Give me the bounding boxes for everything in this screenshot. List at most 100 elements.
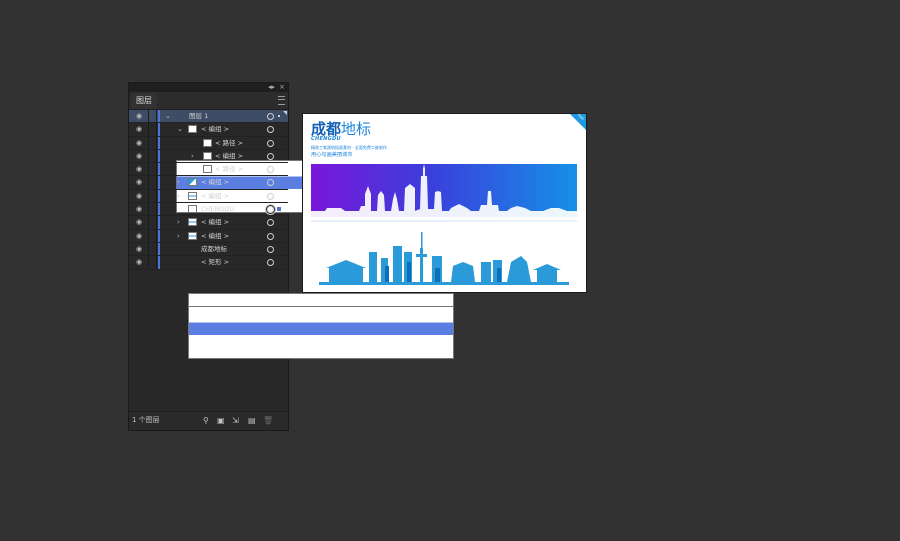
visibility-eye-icon[interactable]: ◉ — [134, 178, 144, 186]
visibility-eye-icon[interactable]: ◉ — [134, 152, 144, 160]
target-circle-icon[interactable] — [267, 126, 274, 134]
layer-color-bar — [158, 176, 160, 189]
selected-art-square-icon[interactable] — [277, 207, 281, 212]
layer-thumbnail — [188, 191, 197, 200]
selected-corner-icon — [283, 111, 287, 115]
banner-skyline-silhouette — [311, 164, 577, 217]
target-circle-icon[interactable] — [267, 245, 274, 253]
layer-row[interactable]: ◉ < 路径 > — [129, 163, 288, 177]
layer-name[interactable]: CHENGDU — [201, 203, 234, 215]
visibility-eye-icon[interactable]: ◉ — [134, 125, 144, 133]
collapse-icon[interactable]: ◂▸ — [268, 82, 275, 92]
layer-name[interactable]: < 编组 > — [201, 190, 229, 202]
layer-color-bar — [158, 123, 160, 136]
target-circle-icon[interactable] — [267, 139, 274, 147]
target-circle-icon[interactable] — [267, 179, 274, 187]
panel-title-bar[interactable]: ◂▸ × — [129, 83, 288, 92]
layer-thumbnail — [203, 138, 212, 147]
description-line-2: 用心勾画美丽城市 — [311, 152, 353, 158]
expand-chevron-right-icon[interactable]: › — [177, 230, 180, 242]
visibility-eye-icon[interactable]: ◉ — [134, 232, 144, 240]
layer-color-bar — [158, 242, 160, 256]
layer-thumbnail — [203, 151, 212, 160]
delete-icon[interactable]: 🗑 — [263, 416, 273, 425]
layer-name[interactable]: < 路径 > — [215, 137, 243, 149]
visibility-eye-icon[interactable]: ◉ — [134, 112, 144, 120]
visibility-eye-icon[interactable]: ◉ — [134, 218, 144, 226]
selection-dot[interactable] — [278, 115, 280, 117]
layer-color-bar — [158, 149, 160, 163]
visibility-eye-icon[interactable]: ◉ — [134, 258, 144, 266]
expand-chevron-down-icon[interactable]: ⌄ — [165, 110, 171, 122]
layer-row[interactable]: ◉ ⌄ 图层 1 — [129, 110, 442, 213]
layer-thumbnail — [188, 218, 197, 227]
close-icon[interactable]: × — [279, 82, 285, 92]
expand-chevron-right-icon[interactable]: › — [177, 176, 180, 188]
layer-thumbnail — [188, 125, 197, 134]
panel-footer: 1 个图层 ⚲ ▣ ⇲ ▤ 🗑 — [129, 411, 288, 430]
layers-panel: ◂▸ × 图层 ◉ ⌄ 图层 1 ◉ ⌄ < 编组 > ◉ < 路径 > ◉ ›… — [128, 82, 454, 431]
layer-color-bar — [158, 256, 160, 269]
expand-chevron-right-icon[interactable]: › — [177, 216, 180, 228]
visibility-eye-icon[interactable]: ◉ — [134, 192, 144, 200]
layer-name[interactable]: < 编组 > — [201, 176, 229, 188]
layer-list: ◉ ⌄ 图层 1 ◉ ⌄ < 编组 > ◉ < 路径 > ◉ › < 编组 > … — [129, 110, 454, 360]
target-circle-icon[interactable] — [267, 259, 274, 267]
layer-name[interactable]: < 路径 > — [215, 163, 243, 175]
layer-row[interactable]: ◉ › < 编组 > — [129, 176, 288, 190]
skyline-illustration — [319, 232, 569, 285]
panel-tab-bar: 图层 — [129, 92, 288, 110]
layer-thumbnail — [203, 165, 212, 174]
visibility-eye-icon[interactable]: ◉ — [134, 139, 144, 147]
expand-chevron-down-icon[interactable]: ⌄ — [177, 123, 183, 135]
collect-icon[interactable]: ▣ — [217, 416, 225, 425]
target-circle-icon[interactable] — [267, 152, 274, 160]
layer-color-bar — [158, 163, 160, 176]
layer-color-bar — [158, 229, 160, 242]
layer-row[interactable]: ◉ ⌄ < 编组 > — [129, 123, 288, 137]
layer-name[interactable]: 图层 1 — [189, 110, 208, 122]
visibility-eye-icon[interactable]: ◉ — [134, 165, 144, 173]
artboard[interactable]: FREE 成都地标 CHENGDU 精致工笔建筑插画素材 · 全面免费二维制作 … — [303, 113, 586, 292]
layer-thumbnail — [188, 178, 197, 187]
layer-name[interactable]: < 矩形 > — [201, 256, 229, 268]
target-circle-icon[interactable] — [267, 232, 274, 240]
layer-row[interactable]: ◉ < 矩形 > — [129, 256, 454, 360]
visibility-eye-icon[interactable]: ◉ — [134, 205, 144, 213]
layer-thumbnail — [188, 306, 454, 360]
move-selection-icon[interactable]: ⇲ — [232, 416, 239, 425]
target-circle-icon[interactable] — [267, 206, 274, 214]
expand-chevron-right-icon[interactable]: › — [191, 150, 194, 162]
tab-layers[interactable]: 图层 — [131, 93, 157, 109]
title-light: 地标 — [341, 120, 372, 138]
layer-row[interactable]: ◉ › < 编组 > — [129, 229, 288, 243]
layer-color-bar — [158, 203, 160, 216]
subtitle: CHENGDU — [311, 136, 341, 142]
layer-row[interactable]: ◉ › < 编组 > — [129, 149, 288, 164]
layer-row[interactable]: ◉ 成都地标 — [129, 242, 454, 346]
target-circle-icon[interactable] — [267, 166, 274, 174]
skyline-banner — [311, 164, 577, 217]
target-circle-icon[interactable] — [267, 113, 274, 120]
layer-color-bar — [158, 216, 160, 229]
panel-menu-icon[interactable] — [278, 96, 285, 105]
new-layer-icon[interactable]: ▤ — [248, 416, 256, 425]
layer-row[interactable]: ◉ › < 编组 > — [129, 216, 288, 230]
layer-name[interactable]: < 编组 > — [215, 150, 243, 162]
layer-color-bar — [158, 110, 160, 123]
layer-thumbnail — [188, 231, 197, 240]
layer-row[interactable]: ◉ < 路径 > — [129, 136, 288, 150]
expand-chevron-right-icon[interactable]: › — [177, 190, 180, 202]
search-icon[interactable]: ⚲ — [203, 416, 209, 425]
target-circle-icon[interactable] — [267, 219, 274, 227]
target-circle-icon[interactable] — [267, 192, 274, 200]
layer-count: 1 个图层 — [132, 416, 160, 424]
layer-row[interactable]: ◉ CHENGDU — [129, 203, 288, 217]
layer-name[interactable]: < 编组 > — [201, 230, 229, 242]
visibility-eye-icon[interactable]: ◉ — [134, 245, 144, 253]
divider-line — [311, 220, 577, 222]
layer-name[interactable]: < 编组 > — [201, 216, 229, 228]
layer-row[interactable]: ◉ › < 编组 > — [129, 189, 288, 204]
layer-name[interactable]: 成都地标 — [201, 243, 227, 255]
layer-name[interactable]: < 编组 > — [201, 123, 229, 135]
